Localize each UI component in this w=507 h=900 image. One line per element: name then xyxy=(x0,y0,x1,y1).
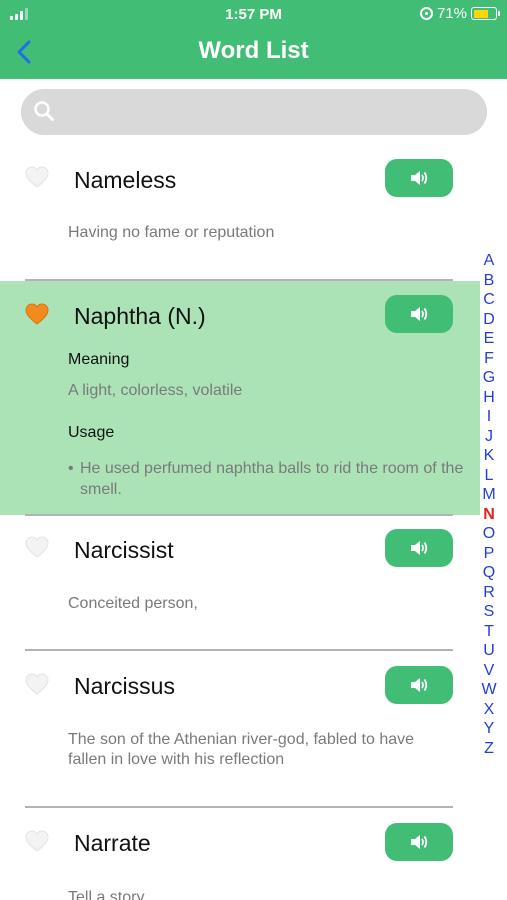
index-letter-m[interactable]: M xyxy=(479,485,499,505)
word-title: Narcissus xyxy=(74,673,175,699)
index-letter-u[interactable]: U xyxy=(479,641,499,661)
list-item[interactable]: Narcissus The son of the Athenian river-… xyxy=(0,651,480,807)
index-letter-l[interactable]: L xyxy=(479,466,499,486)
word-title: Narcissist xyxy=(74,537,174,563)
index-letter-x[interactable]: X xyxy=(479,700,499,720)
index-letter-f[interactable]: F xyxy=(479,349,499,369)
speaker-icon xyxy=(411,835,428,849)
speaker-icon xyxy=(411,678,428,692)
word-definition: Conceited person, xyxy=(68,595,198,612)
index-letter-z[interactable]: Z xyxy=(479,739,499,759)
app-header: 1:57 PM 71% Word List xyxy=(0,0,507,79)
word-title: Narrate xyxy=(74,830,151,856)
index-letter-h[interactable]: H xyxy=(479,388,499,408)
heart-icon[interactable] xyxy=(24,302,50,326)
index-letter-o[interactable]: O xyxy=(479,524,499,544)
search-bar[interactable] xyxy=(21,89,487,135)
usage-label: Usage xyxy=(68,424,115,441)
search-icon xyxy=(34,101,54,121)
usage-example: • He used perfumed naphtha balls to rid … xyxy=(68,458,468,500)
word-definition: The son of the Athenian river-god, fable… xyxy=(68,731,415,768)
usage-text: He used perfumed naphtha balls to rid th… xyxy=(80,460,464,498)
index-letter-i[interactable]: I xyxy=(479,407,499,427)
bullet: • xyxy=(68,460,74,477)
index-letter-k[interactable]: K xyxy=(479,446,499,466)
word-title: Nameless xyxy=(74,167,177,193)
index-letter-v[interactable]: V xyxy=(479,661,499,681)
speak-button[interactable] xyxy=(385,666,453,704)
heart-icon[interactable] xyxy=(24,165,50,189)
status-right: 71% xyxy=(419,5,500,22)
speaker-icon xyxy=(411,171,428,185)
speak-button[interactable] xyxy=(385,295,453,333)
list-item-expanded[interactable]: Naphtha (N.) Meaning A light, colorless,… xyxy=(0,281,480,515)
index-letter-y[interactable]: Y xyxy=(479,719,499,739)
index-letter-w[interactable]: W xyxy=(479,680,499,700)
orientation-lock-icon xyxy=(419,7,433,20)
battery-icon xyxy=(471,7,500,20)
index-letter-n[interactable]: N xyxy=(479,505,499,525)
word-definition: Having no fame or reputation xyxy=(68,224,275,241)
list-item[interactable]: Nameless Having no fame or reputation xyxy=(0,145,480,281)
word-title: Naphtha (N.) xyxy=(74,303,206,329)
meaning-label: Meaning xyxy=(68,351,130,368)
index-letter-a[interactable]: A xyxy=(479,251,499,271)
index-letter-c[interactable]: C xyxy=(479,290,499,310)
index-letter-t[interactable]: T xyxy=(479,622,499,642)
index-letter-p[interactable]: P xyxy=(479,544,499,564)
status-bar: 1:57 PM 71% xyxy=(0,0,507,30)
speaker-icon xyxy=(411,307,428,321)
heart-icon[interactable] xyxy=(24,535,50,559)
index-letter-d[interactable]: D xyxy=(479,310,499,330)
meaning-text: A light, colorless, volatile xyxy=(68,382,243,399)
heart-icon[interactable] xyxy=(24,672,50,696)
speak-button[interactable] xyxy=(385,823,453,861)
page-title: Word List xyxy=(198,37,309,64)
heart-icon[interactable] xyxy=(24,829,50,853)
index-letter-g[interactable]: G xyxy=(479,368,499,388)
list-item[interactable]: Narcissist Conceited person, xyxy=(0,515,480,651)
word-definition: Tell a story xyxy=(68,889,145,900)
index-letter-r[interactable]: R xyxy=(479,583,499,603)
index-letter-s[interactable]: S xyxy=(479,602,499,622)
index-letter-j[interactable]: J xyxy=(479,427,499,447)
search-input[interactable] xyxy=(63,89,473,135)
speak-button[interactable] xyxy=(385,159,453,197)
speaker-icon xyxy=(411,541,428,555)
list-item[interactable]: Narrate Tell a story xyxy=(0,808,480,900)
index-letter-b[interactable]: B xyxy=(479,271,499,291)
alphabet-index[interactable]: ABCDEFGHIJKLMNOPQRSTUVWXYZ xyxy=(479,251,499,758)
speak-button[interactable] xyxy=(385,529,453,567)
index-letter-e[interactable]: E xyxy=(479,329,499,349)
battery-percent: 71% xyxy=(436,5,467,22)
index-letter-q[interactable]: Q xyxy=(479,563,499,583)
